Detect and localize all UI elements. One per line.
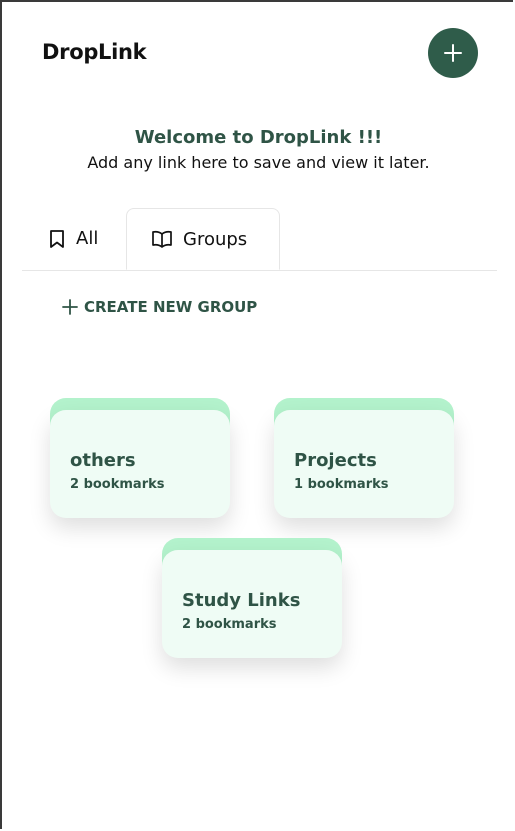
create-group-label: CREATE NEW GROUP xyxy=(84,298,258,316)
group-card-others[interactable]: others 2 bookmarks xyxy=(50,398,230,518)
tab-all-label: All xyxy=(76,228,99,249)
group-card-study-links[interactable]: Study Links 2 bookmarks xyxy=(162,538,342,658)
group-card-body: Study Links 2 bookmarks xyxy=(162,550,342,658)
group-card-body: others 2 bookmarks xyxy=(50,410,230,518)
group-bookmark-count: 2 bookmarks xyxy=(182,617,277,632)
group-name: others xyxy=(70,450,136,471)
welcome-subtitle: Add any link here to save and view it la… xyxy=(87,153,430,172)
group-card-body: Projects 1 bookmarks xyxy=(274,410,454,518)
plus-icon xyxy=(443,43,463,63)
group-name: Study Links xyxy=(182,590,301,611)
tab-all[interactable]: All xyxy=(48,208,138,269)
app-logo[interactable]: DropLink xyxy=(42,40,147,64)
plus-icon xyxy=(62,299,78,315)
tab-groups[interactable]: Groups xyxy=(126,208,280,270)
group-name: Projects xyxy=(294,450,377,471)
book-open-icon xyxy=(151,229,173,249)
tab-groups-label: Groups xyxy=(183,228,248,250)
welcome-title: Welcome to DropLink !!! xyxy=(134,127,383,148)
tab-bar: All Groups xyxy=(22,208,497,271)
group-card-projects[interactable]: Projects 1 bookmarks xyxy=(274,398,454,518)
welcome-section: Welcome to DropLink !!! Add any link her… xyxy=(2,126,513,174)
add-link-button[interactable] xyxy=(428,28,478,78)
bookmark-icon xyxy=(48,229,66,249)
group-bookmark-count: 2 bookmarks xyxy=(70,477,165,492)
app-window: DropLink Welcome to DropLink !!! Add any… xyxy=(0,0,513,829)
group-bookmark-count: 1 bookmarks xyxy=(294,477,389,492)
create-group-button[interactable]: CREATE NEW GROUP xyxy=(62,298,257,316)
